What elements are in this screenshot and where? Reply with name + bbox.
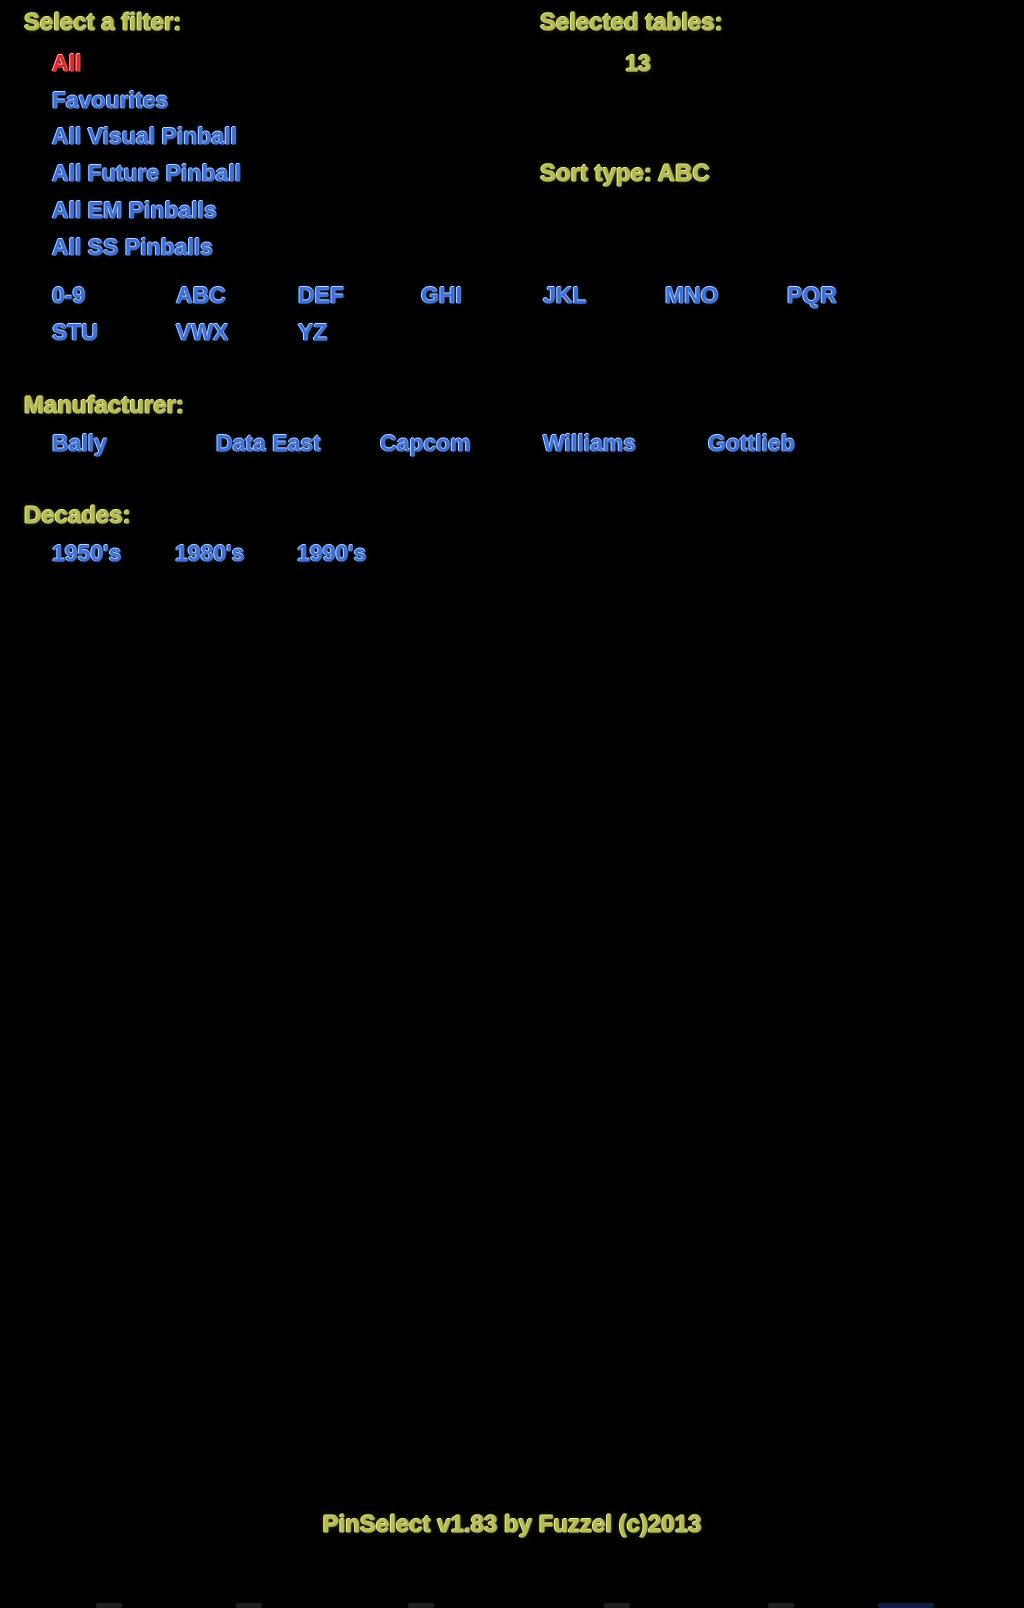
bottom-nub-5: [768, 1603, 794, 1608]
filter-item-all-future-pinball[interactable]: All Future Pinball: [52, 162, 241, 185]
decades-heading: Decades:: [24, 502, 131, 529]
letter-group-abc[interactable]: ABC: [176, 284, 226, 307]
letter-group-0-9[interactable]: 0-9: [52, 284, 85, 307]
filter-item-favourites[interactable]: Favourites: [52, 89, 168, 112]
filter-item-all[interactable]: All: [52, 52, 81, 75]
letter-group-yz[interactable]: YZ: [298, 321, 327, 344]
manufacturer-item-data-east[interactable]: Data East: [216, 432, 321, 455]
letter-group-ghi[interactable]: GHI: [421, 284, 462, 307]
filter-item-all-ss-pinballs[interactable]: All SS Pinballs: [52, 236, 213, 259]
decade-item-1950s[interactable]: 1950's: [52, 542, 121, 565]
bottom-nub-3: [408, 1603, 434, 1608]
filter-item-all-em-pinballs[interactable]: All EM Pinballs: [52, 199, 217, 222]
pinselect-filter-screen: { "app": { "footer": "PinSelect v1.83 by…: [0, 0, 1024, 1608]
letter-group-mno[interactable]: MNO: [665, 284, 719, 307]
manufacturer-item-williams[interactable]: Williams: [543, 432, 636, 455]
sort-type-label[interactable]: Sort type: ABC: [540, 162, 710, 186]
filter-panel-heading: Select a filter:: [24, 9, 182, 36]
decade-item-1990s[interactable]: 1990's: [297, 542, 366, 565]
manufacturer-item-bally[interactable]: Bally: [52, 432, 107, 455]
manufacturer-item-capcom[interactable]: Capcom: [380, 432, 471, 455]
letter-group-def[interactable]: DEF: [298, 284, 344, 307]
letter-group-pqr[interactable]: PQR: [787, 284, 837, 307]
letter-group-vwx[interactable]: VWX: [176, 321, 228, 344]
decade-item-1980s[interactable]: 1980's: [175, 542, 244, 565]
manufacturer-item-gottlieb[interactable]: Gottlieb: [708, 432, 795, 455]
letter-group-stu[interactable]: STU: [52, 321, 98, 344]
manufacturer-heading: Manufacturer:: [24, 392, 185, 419]
bottom-nub-4: [604, 1603, 630, 1608]
bottom-clipped-strip: [0, 1598, 1024, 1608]
bottom-nub-1: [96, 1603, 122, 1608]
selected-tables-label: Selected tables:: [540, 9, 723, 36]
bottom-nub-6: [878, 1603, 934, 1608]
bottom-nub-2: [236, 1603, 262, 1608]
app-footer: PinSelect v1.83 by Fuzzel (c)2013: [322, 1511, 702, 1538]
filter-item-all-visual-pinball[interactable]: All Visual Pinball: [52, 125, 237, 148]
selected-tables-count: 13: [625, 50, 651, 76]
letter-group-jkl[interactable]: JKL: [543, 284, 586, 307]
